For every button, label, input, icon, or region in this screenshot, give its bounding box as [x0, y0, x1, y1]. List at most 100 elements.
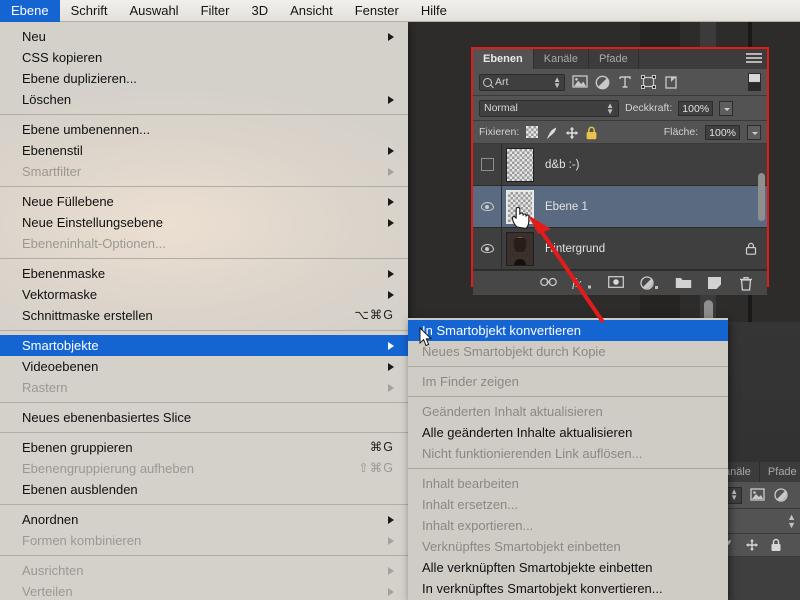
layer-thumbnail[interactable] [506, 147, 534, 182]
secondary-blend-stepper[interactable]: ▲ ▼ [787, 513, 796, 530]
layer-visibility-toggle[interactable] [473, 186, 502, 227]
submenu-item-alle-verknuepften-smartobjekte-einbetten[interactable]: Alle verknüpften Smartobjekte einbetten [408, 557, 728, 578]
menu-item-loeschen[interactable]: Löschen [0, 89, 408, 110]
menu-separator [0, 114, 408, 115]
menu-item-videoebenen[interactable]: Videoebenen [0, 356, 408, 377]
menu-item-ebenen-gruppieren[interactable]: Ebenen gruppieren ⌘G [0, 437, 408, 458]
layers-list-scrollbar[interactable] [758, 173, 765, 221]
delete-layer-icon[interactable] [739, 276, 755, 291]
panel-menu-icon[interactable] [746, 53, 762, 65]
menu-item-anordnen[interactable]: Anordnen [0, 509, 408, 530]
menubar-item-fenster[interactable]: Fenster [344, 0, 410, 22]
submenu-item-label: In Smartobjekt konvertieren [422, 323, 581, 338]
menu-item-ebenenstil[interactable]: Ebenenstil [0, 140, 408, 161]
secondary-lock-position-icon[interactable] [745, 538, 761, 553]
submenu-item-alle-geaenderten-inhalte-aktualisieren[interactable]: Alle geänderten Inhalte aktualisieren [408, 422, 728, 443]
table-row[interactable]: d&b :-) [473, 144, 767, 186]
secondary-tab-pfade[interactable]: Pfade [760, 462, 800, 482]
add-layer-mask-icon[interactable] [608, 275, 624, 291]
menubar-item-filter[interactable]: Filter [190, 0, 241, 22]
smart-object-icon[interactable] [664, 75, 680, 90]
secondary-pixel-layer-icon[interactable] [750, 487, 766, 503]
eye-off-icon [480, 158, 494, 171]
submenu-separator [408, 396, 728, 397]
menu-item-css-kopieren[interactable]: CSS kopieren [0, 47, 408, 68]
menubar-item-ebene[interactable]: Ebene [0, 0, 60, 22]
opacity-dropdown-icon[interactable] [719, 100, 734, 116]
submenu-item-in-verknuepftes-smartobjekt-konvertieren[interactable]: In verknüpftes Smartobjekt konvertieren.… [408, 578, 728, 599]
menu-item-ebene-umbenennen[interactable]: Ebene umbenennen... [0, 119, 408, 140]
new-layer-icon[interactable] [707, 276, 723, 291]
menu-item-ebenenmaske[interactable]: Ebenenmaske [0, 263, 408, 284]
tab-pfade[interactable]: Pfade [589, 49, 639, 69]
opacity-value[interactable]: 100% [678, 100, 714, 116]
menu-item-neue-einstellungsebene[interactable]: Neue Einstellungsebene [0, 212, 408, 233]
layer-visibility-toggle[interactable] [473, 228, 502, 269]
pixel-layer-icon[interactable] [572, 74, 588, 90]
menu-item-schnittmaske-erstellen[interactable]: Schnittmaske erstellen ⌥⌘G [0, 305, 408, 326]
new-group-icon[interactable] [675, 276, 692, 291]
secondary-lock-all-icon[interactable] [770, 538, 786, 553]
submenu-item-verknuepftes-smartobjekt-einbetten: Verknüpftes Smartobjekt einbetten [408, 536, 728, 557]
menu-item-label: Ebene umbenennen... [22, 122, 150, 137]
layer-name[interactable]: Hintergrund [545, 243, 605, 255]
submenu-item-inhalt-ersetzen: Inhalt ersetzen... [408, 494, 728, 515]
submenu-item-label: Geänderten Inhalt aktualisieren [422, 404, 603, 419]
menu-item-neue-fuellebene[interactable]: Neue Füllebene [0, 191, 408, 212]
submenu-item-label: Inhalt exportieren... [422, 518, 534, 533]
menu-item-label: Neues ebenenbasiertes Slice [22, 410, 192, 425]
layer-visibility-toggle[interactable] [473, 144, 502, 185]
menu-separator [0, 504, 408, 505]
tab-kanaele[interactable]: Kanäle [533, 49, 589, 69]
lock-position-icon[interactable] [565, 126, 579, 139]
filter-type-select[interactable]: Art ▲ ▼ [479, 73, 565, 91]
fill-value[interactable]: 100% [705, 124, 740, 140]
menu-item-label: Ebenen ausblenden [22, 482, 138, 497]
submenu-arrow-icon [388, 566, 394, 575]
submenu-arrow-icon [388, 146, 394, 155]
menubar-item-schrift[interactable]: Schrift [60, 0, 119, 22]
menubar-item-ansicht[interactable]: Ansicht [279, 0, 344, 22]
layer-name[interactable]: d&b :-) [545, 159, 580, 171]
menu-item-label: Anordnen [22, 512, 79, 527]
tab-ebenen[interactable]: Ebenen [473, 49, 534, 69]
menu-item-label: Ebenen gruppieren [22, 440, 133, 455]
lock-transparency-icon[interactable] [526, 126, 539, 138]
submenu-arrow-icon [388, 383, 394, 392]
menu-item-ebenen-ausblenden[interactable]: Ebenen ausblenden [0, 479, 408, 500]
menubar: Ebene Schrift Auswahl Filter 3D Ansicht … [0, 0, 800, 22]
lock-row: Fixieren: Fläche: 100% [473, 121, 767, 144]
link-layers-icon[interactable] [540, 276, 557, 291]
menubar-item-auswahl[interactable]: Auswahl [118, 0, 189, 22]
menu-item-label: Rastern [22, 380, 68, 395]
filter-type-value: Art [495, 76, 509, 88]
menu-item-smartobjekte[interactable]: Smartobjekte [0, 335, 408, 356]
menubar-item-3d[interactable]: 3D [240, 0, 279, 22]
submenu-item-inhalt-exportieren: Inhalt exportieren... [408, 515, 728, 536]
submenu-arrow-icon [388, 197, 394, 206]
type-layer-icon[interactable] [618, 75, 634, 90]
menubar-item-hilfe[interactable]: Hilfe [410, 0, 458, 22]
layer-name[interactable]: Ebene 1 [545, 201, 588, 213]
menu-item-neu[interactable]: Neu [0, 26, 408, 47]
adjustment-layer-icon[interactable] [595, 75, 611, 90]
lock-image-icon[interactable] [545, 126, 558, 139]
lock-all-icon[interactable] [585, 126, 598, 139]
filter-toggle-swatch[interactable] [748, 73, 761, 91]
table-row[interactable]: Hintergrund [473, 228, 767, 270]
secondary-adjustment-layer-icon[interactable] [774, 487, 790, 503]
layer-thumbnail[interactable] [506, 231, 534, 266]
menu-item-neues-ebenenbasiertes-slice[interactable]: Neues ebenenbasiertes Slice [0, 407, 408, 428]
menu-item-ebene-duplizieren[interactable]: Ebene duplizieren... [0, 68, 408, 89]
menu-item-label: Smartfilter [22, 164, 82, 179]
new-adjustment-layer-icon[interactable] [640, 275, 659, 291]
menu-item-shortcut: ⌥⌘G [354, 308, 394, 322]
shape-layer-icon[interactable] [641, 74, 657, 90]
submenu-item-in-smartobjekt-konvertieren[interactable]: In Smartobjekt konvertieren [408, 320, 728, 341]
layer-style-fx-icon[interactable]: fx [572, 275, 592, 291]
blend-mode-select[interactable]: Normal ▲ ▼ [479, 99, 619, 117]
menu-item-vektormaske[interactable]: Vektormaske [0, 284, 408, 305]
fill-dropdown-icon[interactable] [747, 124, 761, 140]
secondary-panel-filter-row: ▲ ▼ [716, 482, 800, 509]
secondary-panel-blend-row: ▲ ▼ [716, 509, 800, 534]
